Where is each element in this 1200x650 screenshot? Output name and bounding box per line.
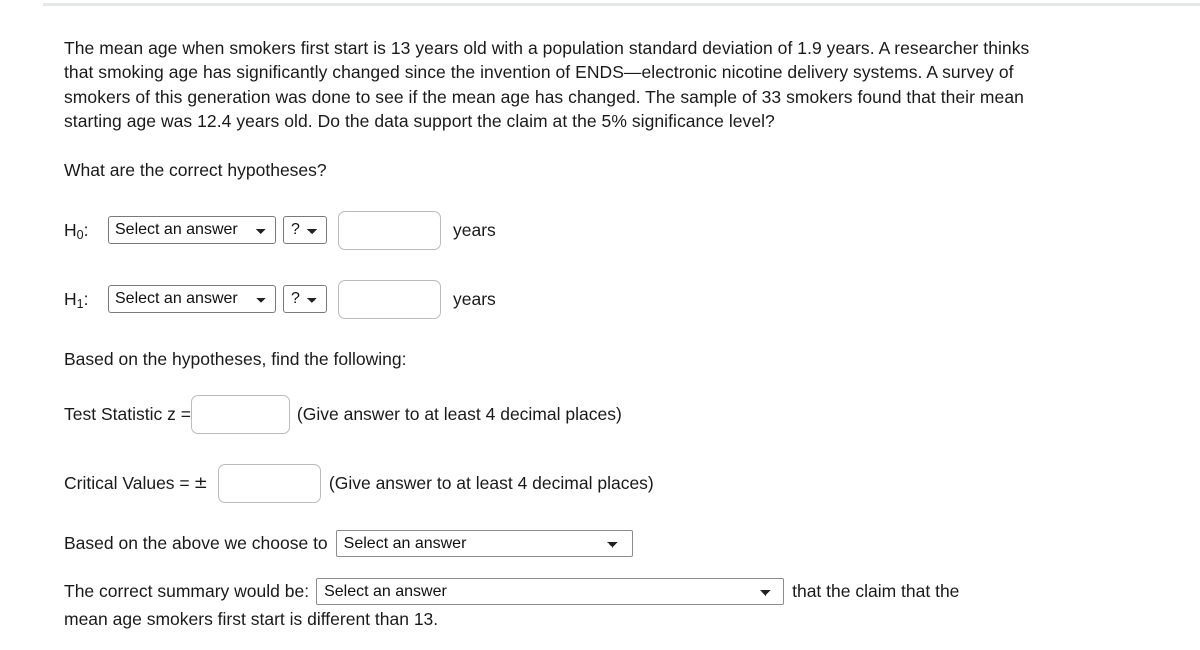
alternative-hypothesis-row: H1: Select an answer ? years bbox=[64, 279, 1200, 319]
decision-prefix: Based on the above we choose to bbox=[64, 532, 328, 553]
null-hypothesis-row: H0: Select an answer ? years bbox=[64, 210, 1200, 250]
alternative-hypothesis-parameter-select[interactable]: Select an answer bbox=[108, 285, 276, 314]
null-hypothesis-colon: : bbox=[83, 219, 89, 240]
test-statistic-row: Test Statistic z = (Give answer to at le… bbox=[64, 394, 1200, 434]
hypotheses-question: What are the correct hypotheses? bbox=[64, 159, 327, 180]
critical-values-label: Critical Values = bbox=[64, 472, 190, 493]
test-statistic-hint: (Give answer to at least 4 decimal place… bbox=[296, 403, 622, 424]
critical-values-hint: (Give answer to at least 4 decimal place… bbox=[328, 472, 654, 493]
null-hypothesis-letter: H bbox=[64, 219, 77, 240]
null-hypothesis-unit: years bbox=[453, 219, 496, 240]
alternative-hypothesis-label: H1: bbox=[64, 288, 108, 311]
summary-select[interactable]: Select an answer bbox=[316, 577, 785, 605]
summary-first-line: The correct summary would be: Select an … bbox=[64, 577, 1074, 605]
summary-block: The correct summary would be: Select an … bbox=[64, 577, 1074, 632]
summary-tail-text: that the claim that the bbox=[792, 581, 960, 602]
critical-values-row: Critical Values = ± (Give answer to at l… bbox=[64, 463, 1200, 503]
test-statistic-input[interactable] bbox=[190, 394, 290, 434]
summary-second-line: mean age smokers first start is differen… bbox=[64, 608, 439, 629]
alternative-hypothesis-letter: H bbox=[64, 288, 77, 309]
plus-minus-symbol: ± bbox=[193, 473, 208, 494]
null-hypothesis-value-input[interactable] bbox=[338, 210, 441, 250]
critical-values-input[interactable] bbox=[217, 463, 321, 503]
worksheet-page: The mean age when smokers first start is… bbox=[0, 0, 1200, 632]
null-hypothesis-comparator-select[interactable]: ? bbox=[283, 216, 327, 245]
findings-intro: Based on the hypotheses, find the follow… bbox=[64, 348, 407, 369]
null-hypothesis-subscript: 0 bbox=[76, 227, 84, 242]
problem-statement: The mean age when smokers first start is… bbox=[64, 38, 1030, 132]
alternative-hypothesis-comparator-select[interactable]: ? bbox=[283, 285, 327, 314]
decision-select[interactable]: Select an answer bbox=[335, 529, 633, 557]
null-hypothesis-parameter-select[interactable]: Select an answer bbox=[108, 216, 276, 245]
null-hypothesis-label: H0: bbox=[64, 219, 108, 242]
alternative-hypothesis-subscript: 1 bbox=[76, 296, 84, 311]
decision-row: Based on the above we choose to Select a… bbox=[64, 529, 1200, 557]
summary-prefix: The correct summary would be: bbox=[64, 581, 310, 602]
alternative-hypothesis-unit: years bbox=[453, 288, 496, 309]
test-statistic-label: Test Statistic z = bbox=[64, 403, 191, 424]
alternative-hypothesis-value-input[interactable] bbox=[338, 279, 441, 319]
alternative-hypothesis-colon: : bbox=[83, 288, 89, 309]
